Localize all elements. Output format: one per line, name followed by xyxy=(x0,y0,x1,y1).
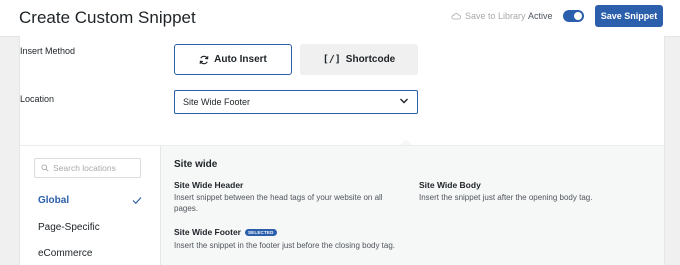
sidebar-item-ecommerce[interactable]: eCommerce xyxy=(38,248,142,259)
save-snippet-button[interactable]: Save Snippet xyxy=(595,5,663,27)
sidebar-item-label: Global xyxy=(38,195,70,206)
selected-badge: SELECTED xyxy=(244,229,277,237)
location-select[interactable]: Site Wide Footer xyxy=(174,90,418,114)
option-site-wide-footer[interactable]: Site Wide Footer SELECTED xyxy=(174,227,277,237)
option-description: Insert snippet between the head tags of … xyxy=(174,193,383,213)
page-header: Create Custom Snippet Save to Library Ac… xyxy=(0,0,680,37)
snippet-location-panel: Insert Method Auto Insert [/] Shortcode … xyxy=(19,36,665,265)
sidebar-item-label: eCommerce xyxy=(38,248,93,259)
shortcode-icon: [/] xyxy=(322,54,341,65)
sidebar-item-label: Page-Specific xyxy=(38,222,100,233)
page-title: Create Custom Snippet xyxy=(19,8,196,27)
option-description: Insert the snippet in the footer just be… xyxy=(174,241,396,250)
option-site-wide-header[interactable]: Site Wide Header xyxy=(174,180,243,190)
sidebar-item-global[interactable]: Global xyxy=(38,195,142,206)
auto-insert-label: Auto Insert xyxy=(214,54,267,65)
option-site-wide-body[interactable]: Site Wide Body xyxy=(419,180,481,190)
active-toggle[interactable] xyxy=(563,10,584,22)
section-title: Site wide xyxy=(174,159,218,170)
cloud-icon xyxy=(451,13,461,20)
search-placeholder: Search locations xyxy=(53,163,116,173)
save-to-library-button[interactable]: Save to Library xyxy=(451,11,526,21)
insert-method-label: Insert Method xyxy=(20,46,76,56)
location-sidebar: Search locations Global Page-Specific eC… xyxy=(20,146,161,265)
location-value: Site Wide Footer xyxy=(183,97,251,107)
active-label: Active xyxy=(528,11,553,21)
save-to-library-label: Save to Library xyxy=(465,11,526,21)
shortcode-button[interactable]: [/] Shortcode xyxy=(300,44,418,75)
checkmark-icon xyxy=(132,197,142,205)
chevron-down-icon xyxy=(400,98,408,104)
refresh-icon xyxy=(199,55,209,64)
option-description: Insert the snippet just after the openin… xyxy=(419,193,593,202)
option-title: Site Wide Footer xyxy=(174,227,241,237)
location-picker: Search locations Global Page-Specific eC… xyxy=(20,145,664,265)
search-icon xyxy=(41,164,49,172)
shortcode-label: Shortcode xyxy=(345,54,396,65)
search-locations-input[interactable]: Search locations xyxy=(34,158,141,178)
location-label: Location xyxy=(20,94,55,104)
auto-insert-button[interactable]: Auto Insert xyxy=(174,44,292,75)
sidebar-item-page-specific[interactable]: Page-Specific xyxy=(38,222,142,233)
